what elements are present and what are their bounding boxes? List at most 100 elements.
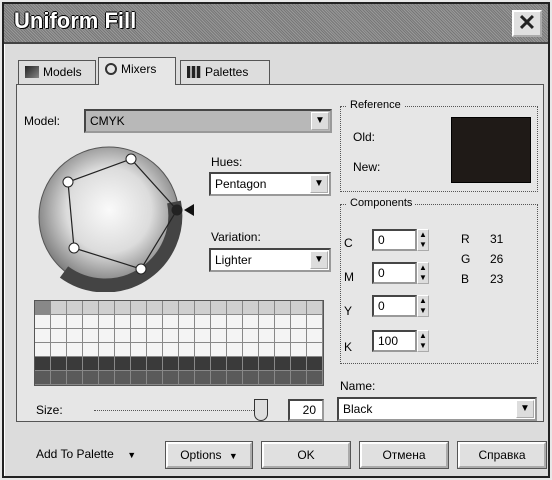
color-swatch[interactable] (195, 371, 211, 385)
chevron-down-icon[interactable]: ▼ (516, 400, 534, 418)
color-swatch[interactable] (35, 357, 51, 371)
size-slider-track[interactable] (94, 410, 264, 411)
variation-select[interactable]: Lighter ▼ (209, 248, 331, 272)
color-swatch[interactable] (211, 315, 227, 329)
color-swatch[interactable] (243, 371, 259, 385)
color-swatch[interactable] (227, 315, 243, 329)
color-swatch[interactable] (275, 357, 291, 371)
chevron-down-icon[interactable]: ▼ (310, 175, 328, 193)
color-swatch[interactable] (259, 301, 275, 315)
color-swatch[interactable] (67, 343, 83, 357)
color-swatch[interactable] (99, 357, 115, 371)
color-swatch[interactable] (307, 371, 323, 385)
y-spinner[interactable]: ▲ ▼ (417, 295, 429, 317)
color-swatch[interactable] (163, 343, 179, 357)
color-swatch[interactable] (35, 371, 51, 385)
color-swatch[interactable] (259, 315, 275, 329)
color-swatch[interactable] (83, 315, 99, 329)
color-swatch[interactable] (179, 343, 195, 357)
hues-select[interactable]: Pentagon ▼ (209, 172, 331, 196)
tab-models[interactable]: Models (18, 60, 96, 84)
color-swatch[interactable] (227, 357, 243, 371)
color-swatch[interactable] (243, 357, 259, 371)
color-swatch[interactable] (275, 371, 291, 385)
color-swatch[interactable] (83, 301, 99, 315)
color-swatch[interactable] (195, 329, 211, 343)
color-swatch[interactable] (275, 301, 291, 315)
color-swatch[interactable] (115, 357, 131, 371)
chevron-down-icon[interactable]: ▼ (310, 251, 328, 269)
color-swatch[interactable] (259, 371, 275, 385)
chevron-down-icon[interactable]: ▼ (311, 112, 329, 130)
color-swatch[interactable] (115, 301, 131, 315)
color-swatch[interactable] (179, 301, 195, 315)
hue-handle[interactable] (125, 153, 137, 165)
color-swatch[interactable] (83, 357, 99, 371)
color-swatch[interactable] (35, 329, 51, 343)
color-swatch[interactable] (131, 371, 147, 385)
color-swatch[interactable] (147, 301, 163, 315)
color-swatch[interactable] (211, 329, 227, 343)
color-swatch[interactable] (291, 329, 307, 343)
color-swatch[interactable] (67, 329, 83, 343)
color-swatch[interactable] (131, 301, 147, 315)
color-swatch[interactable] (67, 371, 83, 385)
color-swatch[interactable] (115, 329, 131, 343)
k-input[interactable]: 100 (372, 330, 417, 352)
k-spinner[interactable]: ▲ ▼ (417, 330, 429, 352)
color-swatch[interactable] (275, 343, 291, 357)
color-swatch[interactable] (307, 343, 323, 357)
color-swatch[interactable] (275, 315, 291, 329)
size-input[interactable]: 20 (288, 399, 324, 421)
hue-handle[interactable] (135, 263, 147, 275)
y-input[interactable]: 0 (372, 295, 417, 317)
color-swatch[interactable] (227, 301, 243, 315)
color-swatch[interactable] (115, 371, 131, 385)
color-swatch[interactable] (99, 371, 115, 385)
close-button[interactable]: ✕ (512, 10, 542, 37)
color-swatch[interactable] (67, 301, 83, 315)
size-slider-thumb[interactable] (254, 399, 268, 421)
color-swatch[interactable] (83, 329, 99, 343)
color-swatch[interactable] (35, 301, 51, 315)
name-select[interactable]: Black ▼ (337, 397, 537, 421)
color-swatch[interactable] (211, 301, 227, 315)
color-swatch[interactable] (147, 357, 163, 371)
color-swatch[interactable] (35, 343, 51, 357)
hue-handle-primary[interactable] (171, 204, 183, 216)
color-swatch[interactable] (307, 329, 323, 343)
color-wheel[interactable] (24, 142, 204, 292)
color-swatch[interactable] (51, 315, 67, 329)
color-swatch[interactable] (131, 343, 147, 357)
tab-palettes[interactable]: Palettes (180, 60, 270, 84)
color-swatch[interactable] (67, 315, 83, 329)
color-swatch[interactable] (51, 301, 67, 315)
color-swatch[interactable] (51, 371, 67, 385)
color-swatch[interactable] (211, 343, 227, 357)
color-swatch[interactable] (83, 343, 99, 357)
color-swatch[interactable] (307, 315, 323, 329)
color-swatch[interactable] (115, 343, 131, 357)
cancel-button[interactable]: Отмена (359, 441, 449, 469)
color-swatch[interactable] (163, 371, 179, 385)
m-spinner[interactable]: ▲ ▼ (417, 262, 429, 284)
color-swatch[interactable] (195, 315, 211, 329)
color-swatch[interactable] (243, 329, 259, 343)
color-swatch[interactable] (291, 371, 307, 385)
color-swatch[interactable] (131, 329, 147, 343)
color-swatch[interactable] (99, 329, 115, 343)
color-swatch[interactable] (179, 357, 195, 371)
color-swatch[interactable] (163, 301, 179, 315)
color-swatch[interactable] (163, 315, 179, 329)
color-swatch[interactable] (35, 315, 51, 329)
color-swatch[interactable] (227, 329, 243, 343)
color-swatch[interactable] (307, 301, 323, 315)
color-swatch[interactable] (243, 315, 259, 329)
color-swatch[interactable] (147, 343, 163, 357)
color-swatch[interactable] (243, 301, 259, 315)
add-to-palette-button[interactable]: Add To Palette ▼ (36, 447, 136, 461)
color-swatch[interactable] (131, 357, 147, 371)
color-swatch[interactable] (147, 329, 163, 343)
color-swatch[interactable] (99, 301, 115, 315)
tab-mixers[interactable]: Mixers (98, 57, 176, 85)
